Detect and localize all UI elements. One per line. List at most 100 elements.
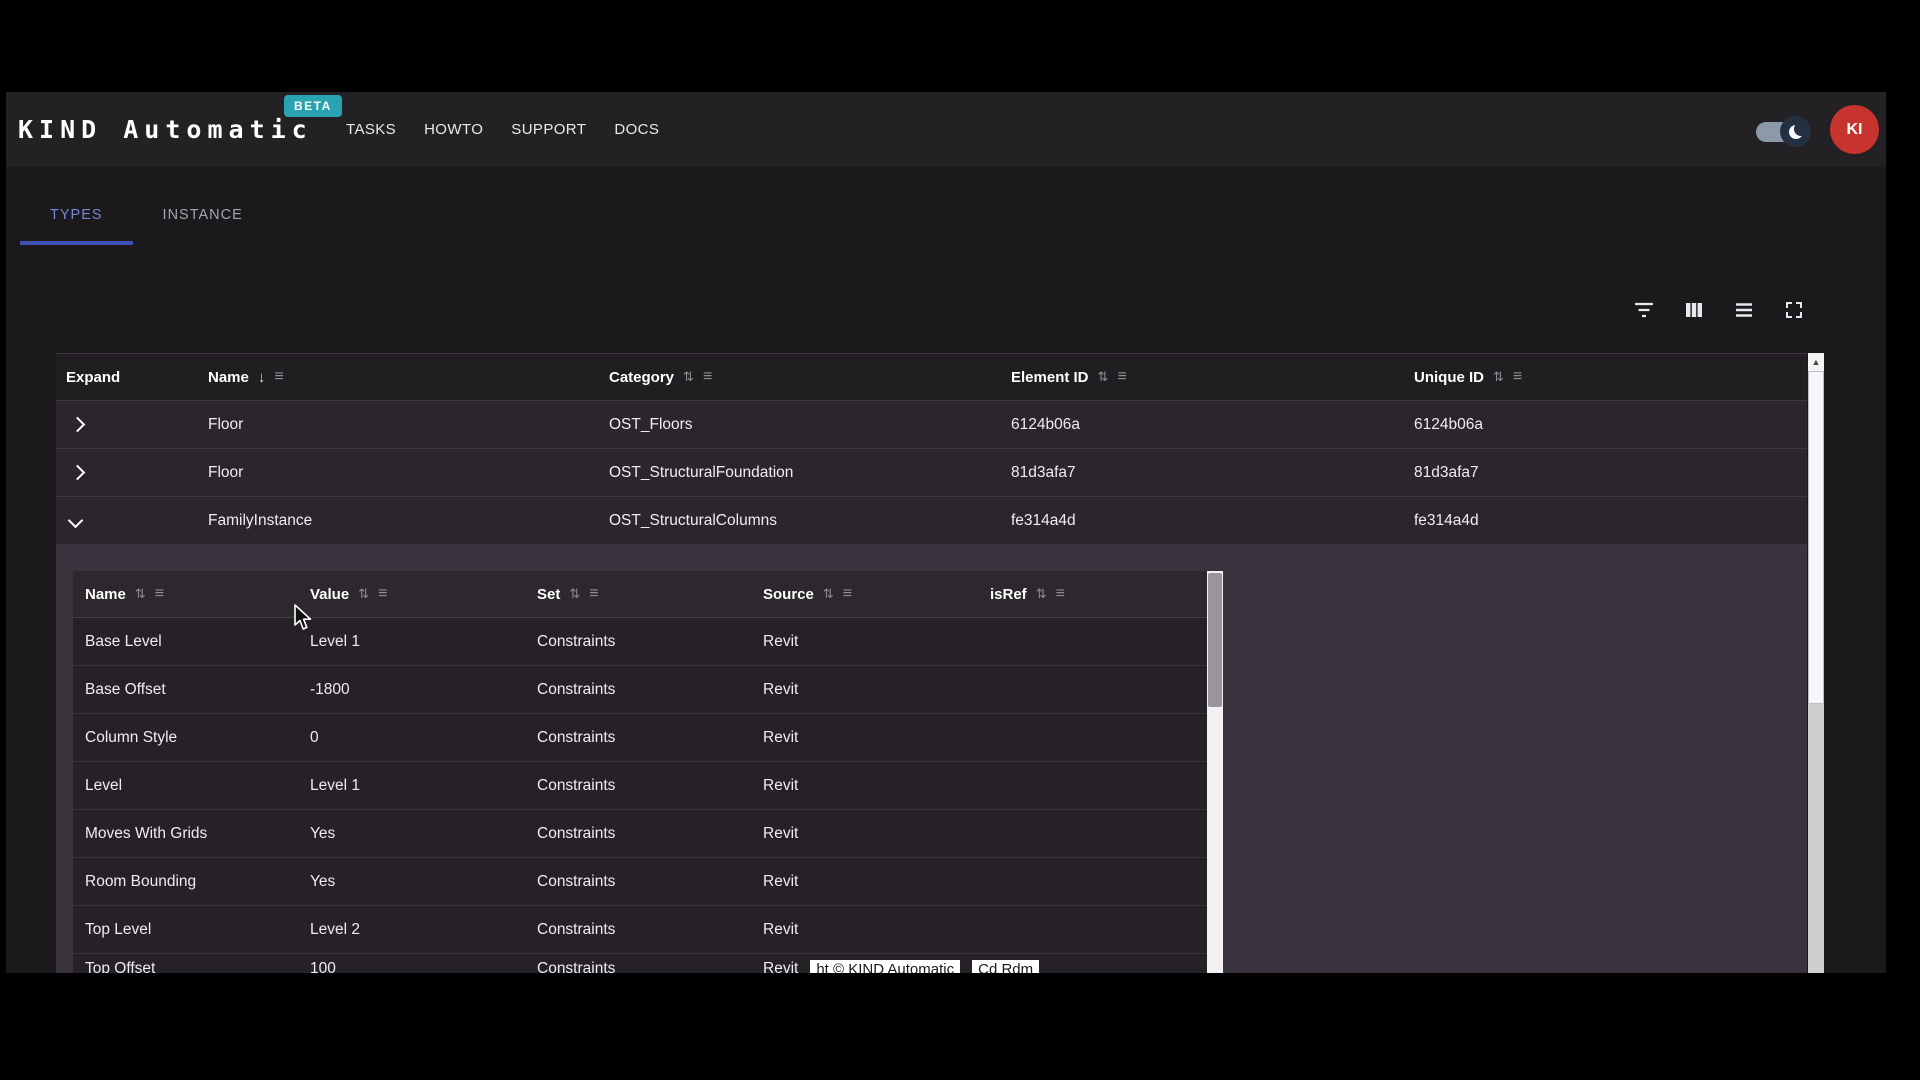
top-navbar: KIND Automatic BETA TASKS HOWTO SUPPORT …: [6, 92, 1886, 167]
column-menu-icon[interactable]: ≡: [1056, 585, 1065, 603]
sort-icon[interactable]: ⇅: [683, 369, 694, 385]
cell-set: Constraints: [537, 618, 615, 665]
scroll-up-button[interactable]: ▲: [1808, 353, 1824, 371]
cell-value: Yes: [310, 858, 335, 905]
cell-source: Revit: [763, 762, 798, 809]
column-header-expand: Expand: [66, 354, 120, 400]
column-header-name[interactable]: Name ⇅ ≡: [85, 571, 164, 617]
param-row: Base Offset -1800 Constraints Revit: [73, 666, 1207, 714]
cell-source: Revit: [763, 714, 798, 761]
cell-source: Revit: [763, 666, 798, 713]
sort-icon[interactable]: ⇅: [135, 586, 146, 602]
cell-set: Constraints: [537, 954, 615, 973]
detail-scrollbar-thumb[interactable]: [1208, 573, 1222, 707]
app-logo[interactable]: KIND Automatic: [18, 115, 313, 144]
column-header-source[interactable]: Source ⇅ ≡: [763, 571, 852, 617]
nav-item-howto[interactable]: HOWTO: [424, 121, 483, 138]
column-label: Category: [609, 369, 674, 386]
cell-set: Constraints: [537, 906, 615, 953]
tab-bar: TYPES INSTANCE: [20, 188, 273, 245]
sort-desc-icon[interactable]: ↓: [258, 369, 266, 386]
cell-name: Moves With Grids: [85, 810, 207, 857]
table-row-floor-1: Floor OST_Floors 6124b06a 6124b06a: [56, 401, 1807, 449]
cell-unique-id: 81d3afa7: [1414, 449, 1479, 496]
parameters-header-row: Name ⇅ ≡ Value ⇅ ≡ Set ⇅ ≡: [73, 571, 1207, 618]
column-header-set[interactable]: Set ⇅ ≡: [537, 571, 599, 617]
cell-source: Revit: [763, 810, 798, 857]
expand-toggle[interactable]: [72, 449, 83, 496]
sort-icon[interactable]: ⇅: [1493, 369, 1504, 385]
column-menu-icon[interactable]: ≡: [703, 368, 712, 386]
column-menu-icon[interactable]: ≡: [378, 585, 387, 603]
main-scrollbar-thumb[interactable]: [1808, 371, 1824, 704]
filter-button[interactable]: [1632, 298, 1656, 322]
column-label: isRef: [990, 586, 1027, 603]
fullscreen-icon: [1782, 298, 1806, 322]
sort-icon[interactable]: ⇅: [823, 586, 834, 602]
column-label: Set: [537, 586, 560, 603]
param-row: Room Bounding Yes Constraints Revit: [73, 858, 1207, 906]
main-nav: TASKS HOWTO SUPPORT DOCS: [346, 92, 659, 167]
cell-value: Level 1: [310, 762, 360, 809]
cell-name: Top Level: [85, 906, 151, 953]
highlighted-fragment: ht © KIND Automatic: [810, 960, 960, 973]
cell-value: 0: [310, 714, 319, 761]
column-label: Expand: [66, 369, 120, 386]
nav-item-support[interactable]: SUPPORT: [511, 121, 586, 138]
expanded-detail-panel: Name ⇅ ≡ Value ⇅ ≡ Set ⇅ ≡: [56, 545, 1807, 973]
column-menu-icon[interactable]: ≡: [843, 585, 852, 603]
tab-instance[interactable]: INSTANCE: [133, 188, 273, 245]
cell-name: Room Bounding: [85, 858, 196, 905]
collapse-toggle[interactable]: [70, 497, 81, 544]
column-header-element-id[interactable]: Element ID ⇅ ≡: [1011, 354, 1127, 400]
column-menu-icon[interactable]: ≡: [155, 585, 164, 603]
param-row: Base Level Level 1 Constraints Revit: [73, 618, 1207, 666]
column-header-name[interactable]: Name ↓ ≡: [208, 354, 284, 400]
table-row-familyinstance: FamilyInstance OST_StructuralColumns fe3…: [56, 497, 1807, 545]
cell-element-id: 6124b06a: [1011, 401, 1080, 448]
column-label: Value: [310, 586, 349, 603]
user-avatar[interactable]: KI: [1830, 105, 1879, 154]
sort-icon[interactable]: ⇅: [569, 586, 580, 602]
column-header-unique-id[interactable]: Unique ID ⇅ ≡: [1414, 354, 1522, 400]
column-menu-icon[interactable]: ≡: [274, 368, 283, 386]
cell-unique-id: 6124b06a: [1414, 401, 1483, 448]
filter-icon: [1632, 298, 1656, 322]
tab-types[interactable]: TYPES: [20, 188, 133, 245]
source-text: Revit: [763, 960, 798, 973]
column-menu-icon[interactable]: ≡: [1513, 368, 1522, 386]
sort-icon[interactable]: ⇅: [1036, 586, 1047, 602]
cell-name: Top Offset: [85, 954, 155, 973]
param-row: Level Level 1 Constraints Revit: [73, 762, 1207, 810]
sort-icon[interactable]: ⇅: [358, 586, 369, 602]
main-scrollbar[interactable]: ▲: [1808, 353, 1824, 973]
nav-item-docs[interactable]: DOCS: [614, 121, 659, 138]
cell-category: OST_StructuralColumns: [609, 497, 777, 544]
fullscreen-button[interactable]: [1782, 298, 1806, 322]
theme-toggle-thumb: [1780, 116, 1811, 147]
cell-name: Floor: [208, 401, 243, 448]
column-header-isref[interactable]: isRef ⇅ ≡: [990, 571, 1065, 617]
column-menu-icon[interactable]: ≡: [1117, 368, 1126, 386]
grid-toolbar: [1632, 298, 1806, 322]
column-menu-icon[interactable]: ≡: [589, 585, 598, 603]
cell-set: Constraints: [537, 714, 615, 761]
cell-source: Revit: [763, 858, 798, 905]
theme-toggle[interactable]: [1756, 122, 1804, 142]
param-row: Moves With Grids Yes Constraints Revit: [73, 810, 1207, 858]
param-row: Top Level Level 2 Constraints Revit: [73, 906, 1207, 954]
nav-item-tasks[interactable]: TASKS: [346, 121, 396, 138]
density-button[interactable]: [1732, 298, 1756, 322]
expand-toggle[interactable]: [72, 401, 83, 448]
sort-icon[interactable]: ⇅: [1098, 369, 1109, 385]
column-header-category[interactable]: Category ⇅ ≡: [609, 354, 712, 400]
detail-scrollbar[interactable]: [1207, 571, 1223, 973]
chevron-right-icon: [70, 417, 86, 433]
column-label: Source: [763, 586, 814, 603]
cell-set: Constraints: [537, 858, 615, 905]
grid-header-row: Expand Name ↓ ≡ Category ⇅ ≡ Element ID …: [56, 353, 1807, 401]
cell-set: Constraints: [537, 762, 615, 809]
columns-button[interactable]: [1682, 298, 1706, 322]
cell-name: Base Offset: [85, 666, 166, 713]
column-header-value[interactable]: Value ⇅ ≡: [310, 571, 387, 617]
